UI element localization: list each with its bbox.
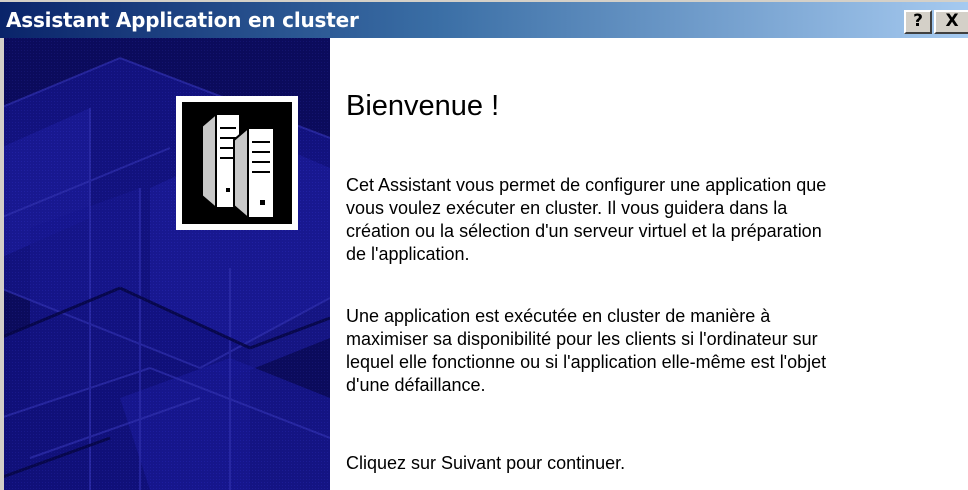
wizard-window: Assistant Application en cluster ? X Bie… <box>0 0 968 490</box>
welcome-heading: Bienvenue ! <box>346 90 500 122</box>
intro-paragraph: Cet Assistant vous permet de configurer … <box>346 175 827 264</box>
server-cluster-icon <box>176 96 298 230</box>
description-paragraph: Une application est exécutée en cluster … <box>346 306 827 395</box>
close-button[interactable]: X <box>934 10 968 34</box>
title-bar[interactable]: Assistant Application en cluster ? X <box>0 0 968 38</box>
continue-instruction: Cliquez sur Suivant pour continuer. <box>346 453 626 473</box>
help-button[interactable]: ? <box>904 10 932 34</box>
window-title: Assistant Application en cluster <box>6 8 359 32</box>
window-left-border <box>0 38 4 490</box>
